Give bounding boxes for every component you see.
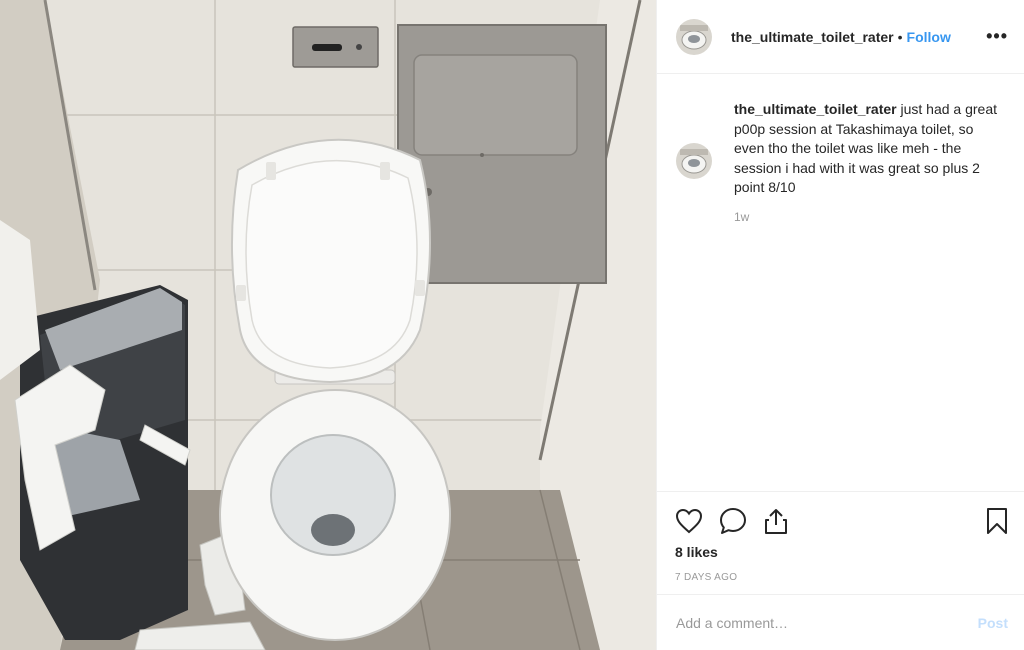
heart-icon[interactable] <box>675 508 703 534</box>
avatar-toilet-icon <box>676 18 712 55</box>
post-actions-area: 8 likes 7 DAYS AGO <box>657 491 1024 594</box>
caption-body: the_ultimate_toilet_rater just had a gre… <box>734 100 1004 224</box>
post-header: the_ultimate_toilet_rater • Follow ••• <box>657 0 1024 74</box>
toilet-photo-illustration <box>0 0 656 650</box>
share-icon[interactable] <box>763 507 789 535</box>
comment-icon[interactable] <box>719 507 747 535</box>
post-side-panel: the_ultimate_toilet_rater • Follow ••• t… <box>656 0 1024 650</box>
post-photo[interactable] <box>0 0 656 650</box>
action-bar <box>675 492 1008 544</box>
follow-button[interactable]: Follow <box>907 29 951 45</box>
caption-avatar[interactable] <box>676 143 712 179</box>
add-comment-bar: Post <box>657 594 1024 650</box>
caption-username[interactable]: the_ultimate_toilet_rater <box>734 101 897 117</box>
post-date[interactable]: 7 DAYS AGO <box>675 572 1008 583</box>
post-caption: the_ultimate_toilet_rater just had a gre… <box>676 100 1008 224</box>
likes-count[interactable]: 8 likes <box>675 544 1008 560</box>
caption-time-ago[interactable]: 1w <box>734 210 1004 224</box>
comments-section: the_ultimate_toilet_rater just had a gre… <box>657 74 1024 491</box>
post-comment-button[interactable]: Post <box>978 615 1008 631</box>
header-username[interactable]: the_ultimate_toilet_rater <box>731 29 894 45</box>
avatar-toilet-icon <box>676 143 712 179</box>
bookmark-icon[interactable] <box>986 507 1008 535</box>
caption-text: the_ultimate_toilet_rater just had a gre… <box>734 100 1004 198</box>
avatar[interactable] <box>676 18 712 55</box>
more-options-icon[interactable]: ••• <box>986 26 1008 47</box>
header-separator-dot: • <box>897 28 903 45</box>
comment-input[interactable] <box>676 614 978 631</box>
